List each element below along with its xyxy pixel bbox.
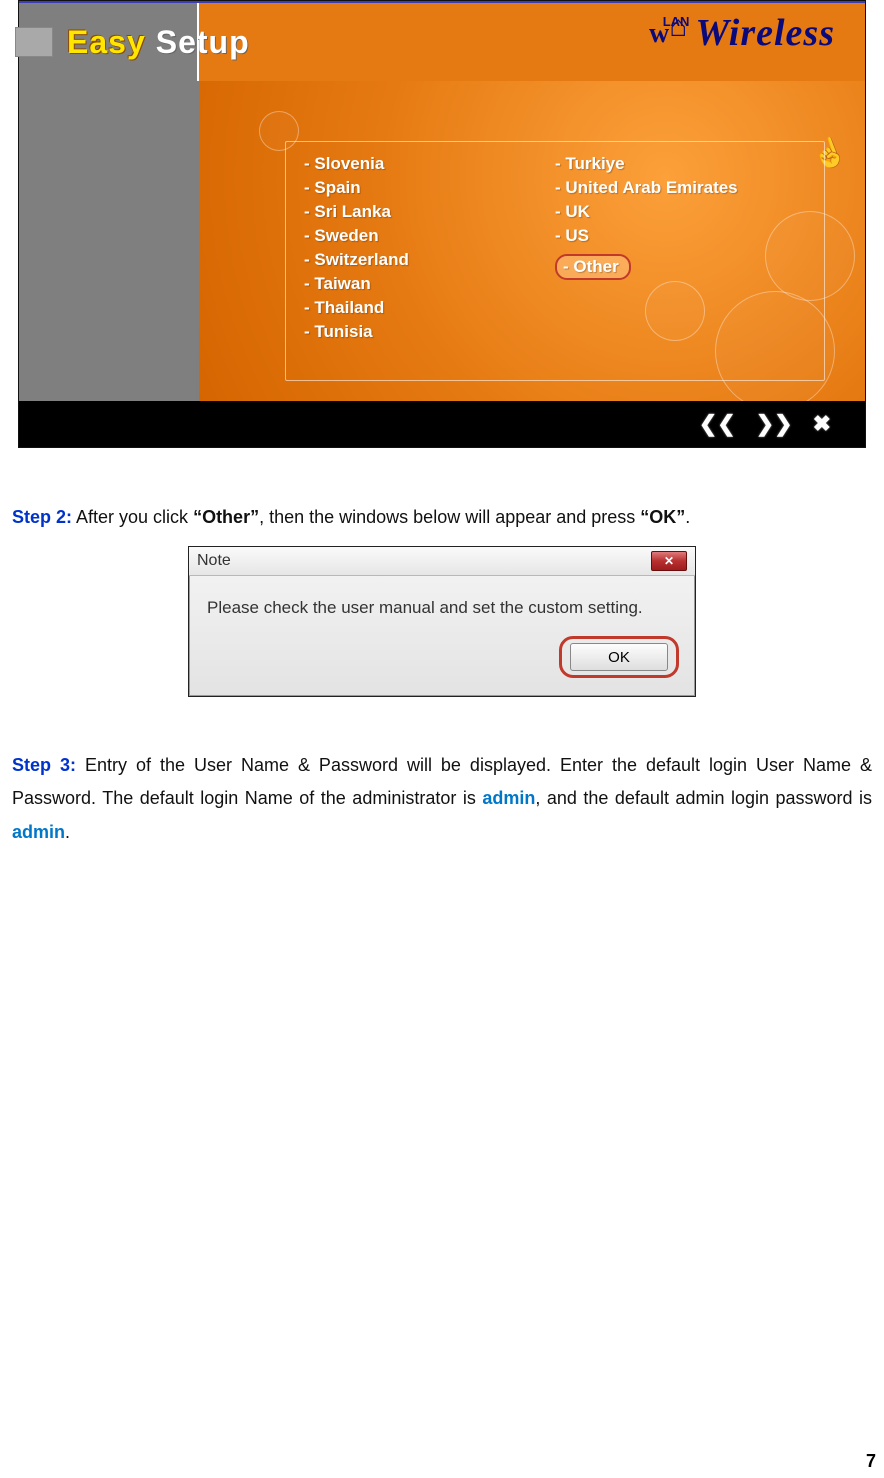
easy-setup-screenshot: Easy Setup w⌂ LAN Wireless ☝ - Slovenia-… bbox=[18, 0, 866, 448]
country-item[interactable]: - Sweden bbox=[304, 226, 555, 246]
country-item[interactable]: - Slovenia bbox=[304, 154, 555, 174]
step2-label: Step 2: bbox=[12, 507, 72, 527]
step2-ok-bold: “OK” bbox=[640, 507, 685, 527]
app-main: ☝ - Slovenia- Spain- Sri Lanka- Sweden- … bbox=[199, 81, 865, 401]
wlan-logo-icon: w⌂ LAN bbox=[649, 16, 687, 50]
dialog-titlebar: Note ✕ bbox=[189, 547, 695, 576]
app-body: ☝ - Slovenia- Spain- Sri Lanka- Sweden- … bbox=[19, 81, 865, 401]
country-item[interactable]: - Switzerland bbox=[304, 250, 555, 270]
dialog-title-text: Note bbox=[197, 552, 231, 570]
nav-next-icon[interactable]: ❯❯ bbox=[756, 411, 793, 437]
brand-block: w⌂ LAN Wireless bbox=[649, 11, 835, 55]
country-column-2: - Turkiye - United Arab Emirates - UK - US -… bbox=[555, 150, 806, 372]
country-item[interactable]: - Turkiye bbox=[555, 154, 806, 174]
step2-text-a: After you click bbox=[72, 507, 193, 527]
country-item-other[interactable]: - Other bbox=[555, 254, 631, 280]
country-item[interactable]: - Thailand bbox=[304, 298, 555, 318]
step3-t3: . bbox=[65, 822, 70, 842]
nav-prev-icon[interactable]: ❮❮ bbox=[699, 411, 736, 437]
dialog-message: Please check the user manual and set the… bbox=[189, 576, 695, 632]
country-list-panel: - Slovenia - Spain - Sri Lanka - Sweden - Sw… bbox=[285, 141, 825, 381]
ok-button[interactable]: OK bbox=[570, 643, 668, 671]
app-title-setup: Setup bbox=[156, 24, 250, 61]
step3-t2: , and the default admin login password i… bbox=[535, 788, 872, 808]
country-item[interactable]: - Sri Lanka bbox=[304, 202, 555, 222]
app-title-easy: Easy bbox=[67, 24, 146, 61]
step2-text-b: , then the windows below will appear and… bbox=[259, 507, 640, 527]
note-dialog: Note ✕ Please check the user manual and … bbox=[188, 546, 696, 697]
brand-wireless-label: Wireless bbox=[695, 11, 835, 55]
step2-paragraph: Step 2: After you click “Other”, then th… bbox=[12, 504, 872, 530]
step3-paragraph: Step 3: Entry of the User Name & Passwor… bbox=[12, 749, 872, 849]
step3-admin2: admin bbox=[12, 822, 65, 842]
app-sidebar bbox=[19, 81, 199, 401]
step3-label: Step 3: bbox=[12, 755, 76, 775]
country-item[interactable]: - Spain bbox=[304, 178, 555, 198]
country-item[interactable]: - Taiwan bbox=[304, 274, 555, 294]
brand-lan-label: LAN bbox=[663, 14, 690, 29]
step3-admin1: admin bbox=[482, 788, 535, 808]
page-number: 7 bbox=[866, 1451, 876, 1472]
country-item[interactable]: - Tunisia bbox=[304, 322, 555, 342]
dialog-close-button[interactable]: ✕ bbox=[651, 551, 687, 571]
nav-close-icon[interactable]: ✖ bbox=[813, 411, 831, 437]
app-header: Easy Setup w⌂ LAN Wireless bbox=[19, 1, 865, 81]
ok-highlight-outline: OK bbox=[559, 636, 679, 678]
step2-other-bold: “Other” bbox=[193, 507, 259, 527]
app-nav-bar: ❮❮ ❯❯ ✖ bbox=[19, 401, 865, 447]
tab-stub-icon bbox=[15, 27, 53, 57]
step2-text-c: . bbox=[685, 507, 690, 527]
dialog-actions: OK bbox=[189, 632, 695, 696]
country-item[interactable]: - UK bbox=[555, 202, 806, 222]
country-item[interactable]: - US bbox=[555, 226, 806, 246]
country-item[interactable]: - United Arab Emirates bbox=[555, 178, 806, 198]
country-column-1: - Slovenia - Spain - Sri Lanka - Sweden - Sw… bbox=[304, 150, 555, 372]
